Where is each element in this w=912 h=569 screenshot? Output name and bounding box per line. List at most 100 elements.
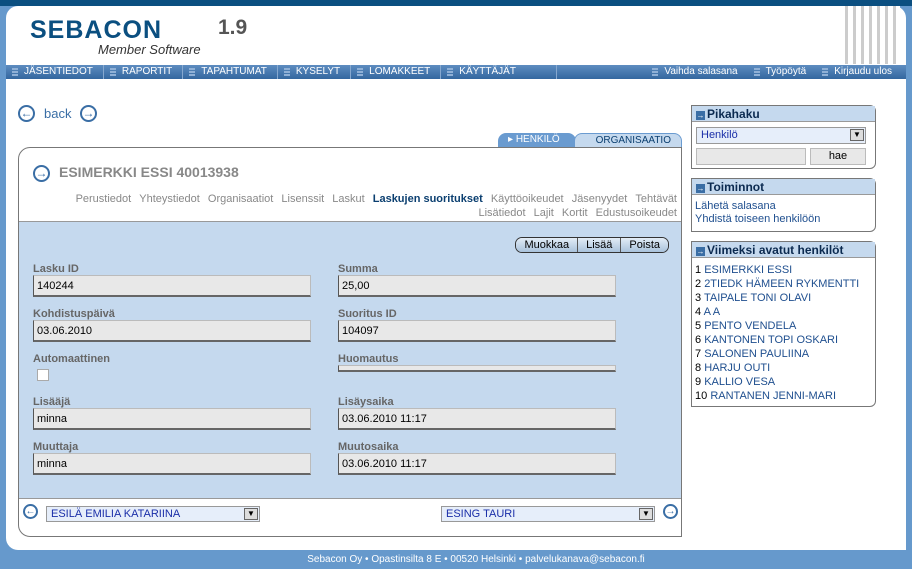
main-nav: JÄSENTIEDOT RAPORTIT TAPAHTUMAT KYSELYT … <box>6 65 906 79</box>
nav-logout[interactable]: Kirjaudu ulos <box>816 65 906 79</box>
record-title: ESIMERKKI ESSI 40013938 <box>59 164 239 180</box>
lasku-id-label: Lasku ID <box>33 263 79 275</box>
suoritus-id-label: Suoritus ID <box>338 308 397 320</box>
recent-item-link[interactable]: TAIPALE TONI OLAVI <box>704 292 811 304</box>
next-record-value: ESING TAURI <box>446 508 516 520</box>
toiminnot-header: → Toiminnot <box>692 179 875 195</box>
merge-person-link[interactable]: Yhdistä toiseen henkilöön <box>695 213 872 226</box>
nav-kayttajat[interactable]: KÄYTTÄJÄT <box>441 65 557 79</box>
nav-lomakkeet[interactable]: LOMAKKEET <box>351 65 442 79</box>
prev-record-icon[interactable]: ← <box>23 504 38 519</box>
recent-item[interactable]: 6 KANTONEN TOPI OSKARI <box>695 333 872 347</box>
nav-kyselyt[interactable]: KYSELYT <box>278 65 352 79</box>
huomautus-label: Huomautus <box>338 353 399 365</box>
recent-item-number: 8 <box>695 362 702 374</box>
nav-raportit[interactable]: RAPORTIT <box>104 65 184 79</box>
lisaysaika-field[interactable]: 03.06.2010 11:17 <box>338 408 616 430</box>
tab-label: HENKILÖ <box>515 134 560 145</box>
recent-item[interactable]: 9 KALLIO VESA <box>695 375 872 389</box>
recent-item-number: 1 <box>695 264 702 276</box>
recent-item-link[interactable]: A A <box>704 306 721 318</box>
nav-desktop[interactable]: Työpöytä <box>748 65 817 79</box>
lisaysaika-label: Lisäysaika <box>338 396 394 408</box>
subtab-lajit[interactable]: Lajit <box>534 207 554 219</box>
recent-item-number: 4 <box>695 306 702 318</box>
nav-change-password[interactable]: Vaihda salasana <box>646 65 747 79</box>
next-record-icon[interactable]: → <box>663 504 678 519</box>
recent-item-number: 10 <box>695 390 708 402</box>
send-password-link[interactable]: Lähetä salasana <box>695 200 872 213</box>
back-link[interactable]: back <box>44 106 71 121</box>
recent-item-link[interactable]: RANTANEN JENNI-MARI <box>710 390 836 402</box>
lisaaja-field[interactable]: minna <box>33 408 311 430</box>
automaattinen-checkbox[interactable] <box>37 369 49 381</box>
nav-tapahtumat[interactable]: TAPAHTUMAT <box>183 65 278 79</box>
subtab-organisaatiot[interactable]: Organisaatiot <box>208 193 273 205</box>
summa-field[interactable]: 25,00 <box>338 275 616 297</box>
edit-button[interactable]: Muokkaa <box>516 238 578 252</box>
prev-record-select[interactable]: ESILÄ EMILIA KATARIINA ▼ <box>46 506 260 522</box>
muutosaika-label: Muutosaika <box>338 441 399 453</box>
automaattinen-label: Automaattinen <box>33 353 110 365</box>
subtab-kayttooikeudet[interactable]: Käyttöoikeudet <box>491 193 564 205</box>
recent-item[interactable]: 10 RANTANEN JENNI-MARI <box>695 389 872 403</box>
recent-item-link[interactable]: ESIMERKKI ESSI <box>704 264 792 276</box>
search-type-select[interactable]: Henkilö ▼ <box>696 127 866 144</box>
kohdistuspaiva-label: Kohdistuspäivä <box>33 308 115 320</box>
recent-item[interactable]: 7 SALONEN PAULIINA <box>695 347 872 361</box>
recent-item-link[interactable]: KALLIO VESA <box>704 376 775 388</box>
pikahaku-box: → Pikahaku Henkilö ▼ hae <box>691 105 876 169</box>
action-buttons: Muokkaa Lisää Poista <box>515 237 669 253</box>
summa-label: Summa <box>338 263 378 275</box>
forward-arrow-icon[interactable]: → <box>80 105 97 122</box>
delete-button[interactable]: Poista <box>620 238 668 252</box>
next-record-select[interactable]: ESING TAURI ▼ <box>441 506 655 522</box>
tab-henkilo[interactable]: ▸ HENKILÖ <box>498 133 576 147</box>
subtab-lisatiedot[interactable]: Lisätiedot <box>479 207 526 219</box>
kohdistuspaiva-field[interactable]: 03.06.2010 <box>33 320 311 342</box>
subtab-jasenyydet[interactable]: Jäsenyydet <box>572 193 628 205</box>
subtab-perustiedot[interactable]: Perustiedot <box>76 193 132 205</box>
recent-item-link[interactable]: KANTONEN TOPI OSKARI <box>704 334 838 346</box>
search-button[interactable]: hae <box>810 148 866 165</box>
recent-item-link[interactable]: PENTO VENDELA <box>704 320 796 332</box>
toiminnot-title: Toiminnot <box>707 180 765 194</box>
subtab-laskut[interactable]: Laskut <box>332 193 364 205</box>
subtab-lisenssit[interactable]: Lisenssit <box>281 193 324 205</box>
recent-item[interactable]: 3 TAIPALE TONI OLAVI <box>695 291 872 305</box>
search-input[interactable] <box>696 148 806 165</box>
recent-item[interactable]: 2 2TIEDK HÄMEEN RYKMENTTI <box>695 277 872 291</box>
chevron-down-icon: ▼ <box>850 129 864 141</box>
subtab-laskujen-suoritukset[interactable]: Laskujen suoritukset <box>373 193 483 205</box>
subtab-yhteystiedot[interactable]: Yhteystiedot <box>139 193 200 205</box>
recent-item[interactable]: 1 ESIMERKKI ESSI <box>695 263 872 277</box>
back-arrow-icon[interactable]: ← <box>18 105 35 122</box>
nav-jasentiedot[interactable]: JÄSENTIEDOT <box>6 65 104 79</box>
search-type-value: Henkilö <box>701 129 738 141</box>
recent-item-link[interactable]: SALONEN PAULIINA <box>704 348 809 360</box>
record-arrow-icon: → <box>33 165 50 182</box>
recent-list: 1 ESIMERKKI ESSI 2 2TIEDK HÄMEEN RYKMENTT… <box>692 258 875 408</box>
prev-record-value: ESILÄ EMILIA KATARIINA <box>51 508 181 520</box>
recent-item[interactable]: 8 HARJU OUTI <box>695 361 872 375</box>
huomautus-field[interactable] <box>338 365 616 372</box>
pikahaku-title: Pikahaku <box>707 107 760 121</box>
suoritus-id-field[interactable]: 104097 <box>338 320 616 342</box>
subtab-kortit[interactable]: Kortit <box>562 207 588 219</box>
subtabs-row-1: Perustiedot Yhteystiedot Organisaatiot L… <box>21 192 677 206</box>
add-button[interactable]: Lisää <box>577 238 621 252</box>
recent-item-link[interactable]: HARJU OUTI <box>704 362 770 374</box>
subtab-edustusoikeudet[interactable]: Edustusoikeudet <box>596 207 677 219</box>
recent-item[interactable]: 4 A A <box>695 305 872 319</box>
subtab-tehtavat[interactable]: Tehtävät <box>635 193 677 205</box>
chevron-down-icon: ▼ <box>244 508 258 520</box>
muutosaika-field[interactable]: 03.06.2010 11:17 <box>338 453 616 475</box>
recent-item-number: 6 <box>695 334 702 346</box>
recent-item-link[interactable]: 2TIEDK HÄMEEN RYKMENTTI <box>704 278 859 290</box>
record-subtabs: Perustiedot Yhteystiedot Organisaatiot L… <box>21 192 677 220</box>
arrow-icon: → <box>696 184 705 193</box>
recent-item[interactable]: 5 PENTO VENDELA <box>695 319 872 333</box>
lasku-id-field[interactable]: 140244 <box>33 275 311 297</box>
tab-organisaatio[interactable]: ORGANISAATIO <box>574 133 682 147</box>
muuttaja-field[interactable]: minna <box>33 453 311 475</box>
